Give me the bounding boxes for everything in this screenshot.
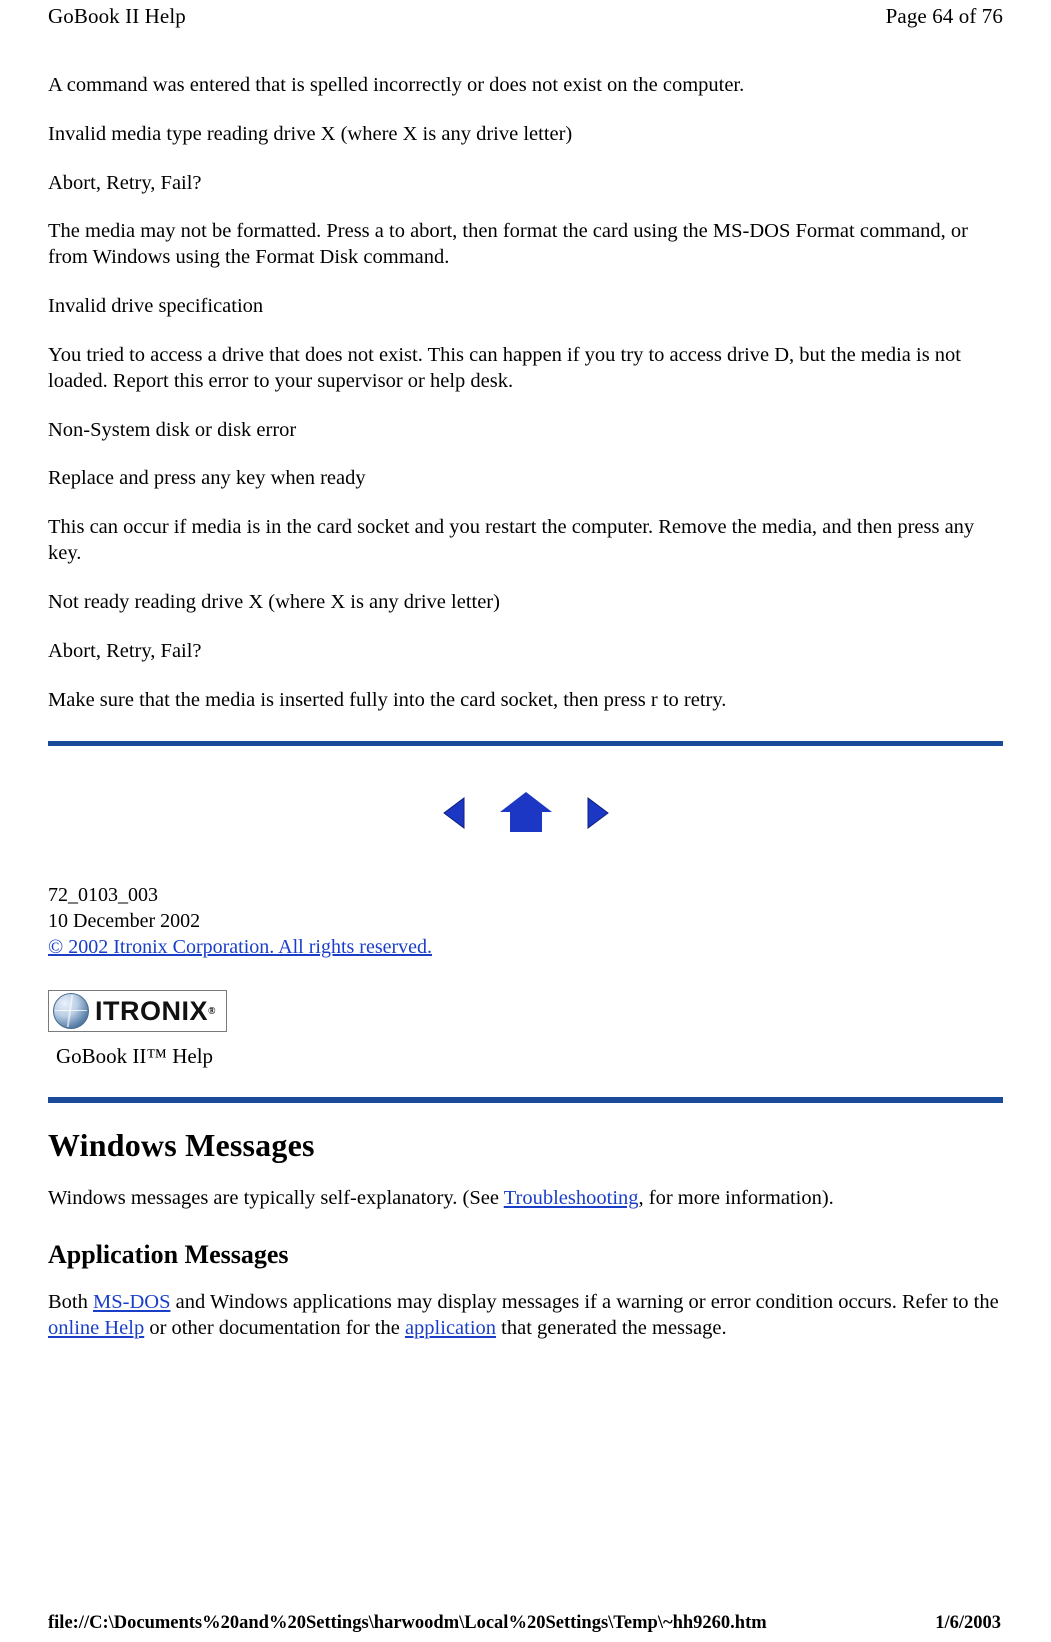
header-title: GoBook II Help — [48, 4, 186, 28]
paragraph: You tried to access a drive that does no… — [48, 343, 962, 392]
application-messages-paragraph: Both MS-DOS and Windows applications may… — [48, 1290, 1003, 1342]
paragraph: The media may not be formatted. Press a … — [48, 220, 969, 269]
document-body: A command was entered that is spelled in… — [48, 73, 1003, 713]
text-segment: Both — [48, 1291, 93, 1314]
text-segment: that generated the message. — [496, 1316, 727, 1339]
paragraph: Make sure that the media is inserted ful… — [48, 688, 727, 711]
copyright-link[interactable]: © 2002 Itronix Corporation. All rights r… — [48, 936, 432, 958]
logo-wordmark: ITRONIX — [95, 995, 209, 1026]
paragraph: Abort, Retry, Fail? — [48, 171, 202, 194]
windows-messages-paragraph: Windows messages are typically self-expl… — [48, 1186, 1003, 1212]
text-after-link: , for more information). — [638, 1187, 834, 1210]
registered-trademark-icon: ® — [208, 1005, 216, 1017]
previous-arrow-icon[interactable] — [440, 795, 474, 836]
footer-file-path: file://C:\Documents%20and%20Settings\har… — [48, 1613, 767, 1633]
paragraph: Replace and press any key when ready — [48, 467, 366, 490]
section-heading-application-messages: Application Messages — [48, 1240, 289, 1270]
document-number: 72_0103_003 — [48, 884, 158, 907]
globe-icon — [53, 993, 89, 1030]
footer-date: 1/6/2003 — [935, 1613, 1001, 1633]
product-title: GoBook II™ Help — [56, 1044, 214, 1069]
paragraph: A command was entered that is spelled in… — [48, 74, 745, 96]
paragraph: Non-System disk or disk error — [48, 418, 297, 441]
text-segment: and Windows applications may display mes… — [170, 1291, 999, 1314]
text-segment: or other documentation for the — [144, 1316, 405, 1339]
navigation-bar — [48, 790, 1003, 841]
paragraph: Not ready reading drive X (where X is an… — [48, 590, 500, 613]
horizontal-divider-secondary — [48, 1097, 1003, 1104]
logo-container: ITRONIX ® — [48, 990, 1003, 1034]
ms-dos-link[interactable]: MS-DOS — [93, 1291, 170, 1313]
application-link[interactable]: application — [405, 1317, 496, 1339]
document-info: 72_0103_003 10 December 2002 © 2002 Itro… — [48, 883, 1003, 960]
header-page-indicator: Page 64 of 76 — [885, 4, 1003, 28]
paragraph: Invalid drive specification — [48, 295, 264, 318]
online-help-link[interactable]: online Help — [48, 1317, 144, 1339]
next-arrow-icon[interactable] — [578, 795, 612, 836]
page-footer: file://C:\Documents%20and%20Settings\har… — [48, 1613, 1003, 1634]
horizontal-divider — [48, 741, 1003, 747]
paragraph: This can occur if media is in the card s… — [48, 516, 975, 565]
page-header: GoBook II Help Page 64 of 76 — [48, 0, 1003, 29]
itronix-logo: ITRONIX ® — [48, 990, 227, 1033]
paragraph: Abort, Retry, Fail? — [48, 639, 202, 662]
paragraph: Invalid media type reading drive X (wher… — [48, 122, 573, 145]
document-date: 10 December 2002 — [48, 910, 201, 933]
text-before-link: Windows messages are typically self-expl… — [48, 1187, 504, 1210]
section-heading-windows-messages: Windows Messages — [48, 1127, 315, 1164]
troubleshooting-link[interactable]: Troubleshooting — [504, 1187, 639, 1209]
home-icon[interactable] — [498, 790, 554, 841]
document-page: GoBook II Help Page 64 of 76 A command w… — [0, 0, 1051, 1642]
